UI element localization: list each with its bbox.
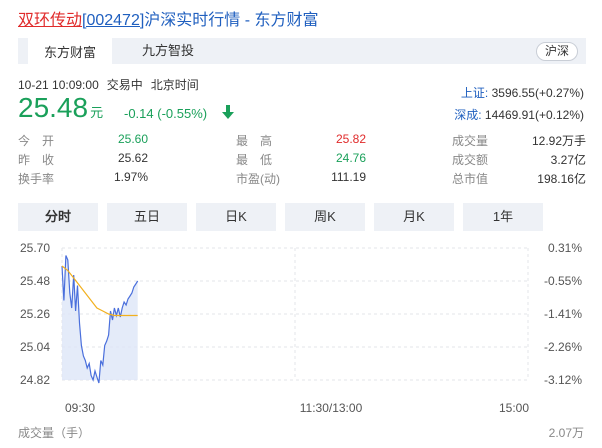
stat-value: 12.92万手 — [531, 134, 586, 148]
stats-row: 今 开 25.60 最 高 25.82 成交量 12.92万手 — [18, 130, 586, 149]
index-shanghai-value: 3596.55(+0.27%) — [491, 86, 584, 100]
stat-label: 市盈(动) — [236, 172, 280, 186]
period-tabs: 分时 五日 日K 周K 月K 1年 — [18, 203, 586, 231]
x-tick-label: 09:30 — [65, 401, 95, 415]
stat-value: 111.19 — [331, 170, 366, 184]
price-change: -0.14 (-0.55%) — [124, 106, 208, 121]
tab-daily-k[interactable]: 日K — [196, 203, 276, 231]
stat-value: 25.60 — [117, 132, 148, 146]
index-shenzhen: 深成: 14469.91(+0.12%) — [454, 106, 584, 123]
stat-label: 成交额 — [452, 153, 489, 167]
stat-label: 总市值 — [452, 172, 489, 186]
stats-row: 换手率 1.97% 市盈(动) 111.19 总市值 198.16亿 — [18, 168, 586, 187]
y-tick-label-right: 0.31% — [548, 241, 582, 255]
index-shenzhen-label[interactable]: 深成: — [454, 108, 481, 122]
y-tick-label-left: 25.04 — [20, 340, 50, 354]
quote-stats: 今 开 25.60 最 高 25.82 成交量 12.92万手 昨 收 25.6… — [18, 130, 586, 187]
market-button[interactable]: 沪深 — [535, 42, 578, 61]
y-tick-label-left: 24.82 — [20, 373, 50, 387]
y-tick-label-right: -3.12% — [544, 373, 582, 387]
stat-value: 24.76 — [335, 151, 366, 165]
tab-one-year[interactable]: 1年 — [463, 203, 543, 231]
last-price: 25.48 元 — [18, 92, 103, 124]
stock-code-link[interactable]: [002472] — [82, 12, 144, 29]
y-tick-label-left: 25.70 — [20, 241, 50, 255]
source-tab-bar: 东方财富 九方智投 沪深 — [18, 38, 586, 64]
tab-five-day[interactable]: 五日 — [107, 203, 187, 231]
tab-weekly-k[interactable]: 周K — [285, 203, 365, 231]
tab-monthly-k[interactable]: 月K — [374, 203, 454, 231]
trade-status: 10-21 10:09:00 交易中 北京时间 — [18, 76, 207, 93]
stat-value: 1.97% — [113, 170, 148, 184]
stock-name-link[interactable]: 双环传动 — [18, 12, 82, 29]
tab-intraday[interactable]: 分时 — [18, 203, 98, 231]
y-tick-label-right: -0.55% — [544, 274, 582, 288]
index-shenzhen-value: 14469.91(+0.12%) — [484, 108, 584, 122]
stat-label: 今 开 — [18, 134, 55, 148]
intraday-chart[interactable]: 25.70 25.48 25.26 25.04 24.82 0.31% -0.55% -1.… — [0, 232, 602, 422]
volume-max: 2.07万 — [548, 426, 584, 440]
price-unit: 元 — [90, 105, 104, 120]
index-shanghai-label[interactable]: 上证: — [461, 86, 488, 100]
stat-label: 成交量 — [452, 134, 489, 148]
y-tick-label-right: -2.26% — [544, 340, 582, 354]
stat-value: 3.27亿 — [550, 153, 586, 167]
stat-label: 昨 收 — [18, 153, 55, 167]
trading-state: 交易中 — [106, 78, 143, 92]
index-shanghai: 上证: 3596.55(+0.27%) — [461, 84, 584, 101]
stat-value: 198.16亿 — [537, 172, 586, 186]
quote-datetime: 10-21 10:09:00 — [18, 78, 99, 92]
stat-value: 25.62 — [117, 151, 148, 165]
stat-label: 最 低 — [236, 153, 273, 167]
volume-label: 成交量（手） — [18, 426, 91, 440]
page-title: 双环传动[002472]沪深实时行情 - 东方财富 — [18, 6, 319, 30]
stats-row: 昨 收 25.62 最 低 24.76 成交额 3.27亿 — [18, 149, 586, 168]
y-tick-label-right: -1.41% — [544, 307, 582, 321]
stat-value: 25.82 — [335, 132, 366, 146]
tab-eastmoney[interactable]: 东方财富 — [28, 38, 112, 64]
stat-label: 最 高 — [236, 134, 273, 148]
tab-jiufang[interactable]: 九方智投 — [126, 38, 210, 64]
down-arrow-icon — [222, 105, 234, 119]
y-tick-label-left: 25.26 — [20, 307, 50, 321]
stat-label: 换手率 — [18, 172, 55, 186]
timezone-label: 北京时间 — [150, 78, 199, 92]
y-tick-label-left: 25.48 — [20, 274, 50, 288]
price-area — [62, 255, 138, 383]
x-tick-label: 11:30/13:00 — [300, 401, 363, 415]
x-tick-label: 15:00 — [499, 401, 529, 415]
title-suffix: 沪深实时行情 - 东方财富 — [144, 12, 319, 29]
price-value: 25.48 — [18, 92, 89, 123]
